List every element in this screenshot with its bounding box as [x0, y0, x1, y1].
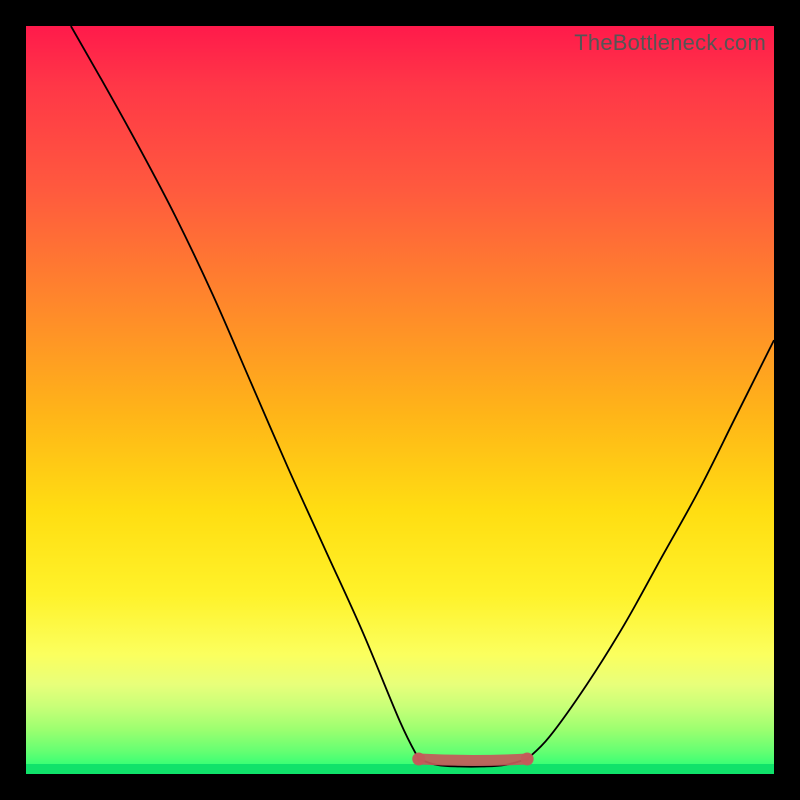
bottleneck-curve [71, 26, 774, 767]
optimal-region-start-dot [412, 753, 425, 766]
plot-area: TheBottleneck.com [26, 26, 774, 774]
curve-svg [26, 26, 774, 774]
optimal-region-marker [419, 759, 528, 761]
optimal-region-end-dot [521, 753, 534, 766]
chart-stage: TheBottleneck.com [0, 0, 800, 800]
